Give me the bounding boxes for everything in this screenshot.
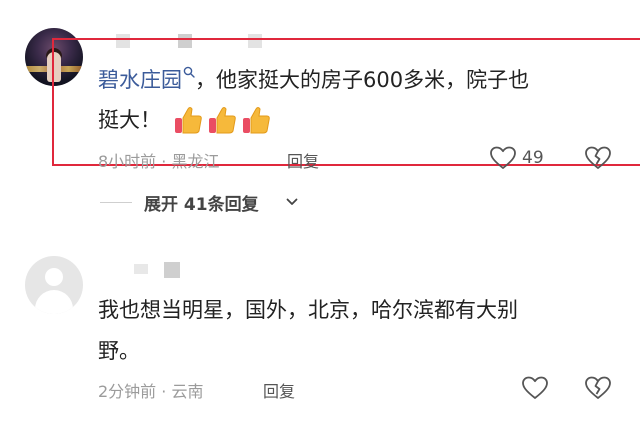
comment-meta: 8小时前 · 黑龙江 xyxy=(98,152,220,171)
reply-button[interactable]: 回复 xyxy=(263,378,295,402)
comment-meta: 2分钟前 · 云南 xyxy=(98,382,204,401)
comment-body: ，他家挺大的房子600多米，院子也 xyxy=(195,68,530,92)
comment-text-line: 挺大！ xyxy=(98,108,161,132)
thumbs-up-icon xyxy=(209,107,236,134)
thumbs-up-icon xyxy=(175,107,202,134)
comment-text-line: 我也想当明星，国外，北京，哈尔滨都有大别 xyxy=(98,298,518,322)
emoji-row xyxy=(172,103,272,137)
heart-outline-icon[interactable] xyxy=(490,146,516,170)
search-icon[interactable] xyxy=(183,66,195,78)
avatar-body-silhouette xyxy=(35,290,73,314)
username-blur xyxy=(134,264,148,274)
default-avatar[interactable] xyxy=(25,256,83,314)
reply-button[interactable]: 回复 xyxy=(287,148,319,172)
comment-text-line: 碧水庄园 ，他家挺大的房子600多米，院子也 xyxy=(98,63,529,97)
highlight-box xyxy=(52,38,640,166)
avatar-head-silhouette xyxy=(45,268,63,286)
heart-outline-icon[interactable] xyxy=(522,376,548,400)
username-blur xyxy=(164,262,180,278)
expand-divider xyxy=(100,202,132,203)
expand-replies-button[interactable]: 展开 41条回复 xyxy=(144,190,259,215)
like-count: 49 xyxy=(522,148,544,168)
thumbs-up-icon xyxy=(243,107,270,134)
comment-text-line: 野。 xyxy=(98,339,140,363)
chevron-down-icon[interactable] xyxy=(286,197,298,207)
broken-heart-icon[interactable] xyxy=(585,376,611,400)
broken-heart-icon[interactable] xyxy=(585,146,611,170)
mention-link[interactable]: 碧水庄园 xyxy=(98,68,182,92)
